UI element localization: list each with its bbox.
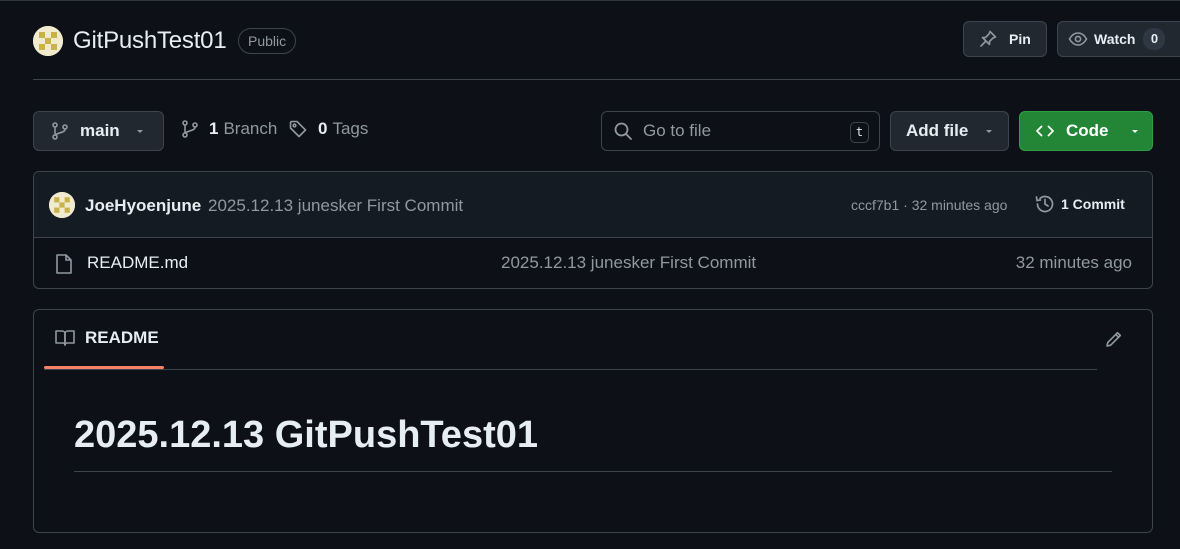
eye-icon xyxy=(1068,29,1088,49)
search-icon xyxy=(613,121,633,141)
tag-count: 0 xyxy=(318,119,328,138)
file-icon xyxy=(54,253,74,275)
latest-commit-bar: JoeHyoenjune 2025.12.13 junesker First C… xyxy=(34,172,1152,238)
file-commit-time: 32 minutes ago xyxy=(1015,253,1132,272)
file-name[interactable]: README.md xyxy=(87,253,188,273)
branches-link[interactable]: 1 Branch xyxy=(180,119,277,139)
repo-owner-avatar[interactable] xyxy=(33,26,63,56)
go-to-file-search[interactable]: t xyxy=(601,111,880,151)
commit-message[interactable]: 2025.12.13 junesker First Commit xyxy=(208,196,463,216)
history-icon xyxy=(1034,193,1056,215)
branch-count: 1 xyxy=(209,119,219,138)
git-branch-icon xyxy=(180,119,200,139)
file-row[interactable]: README.md 2025.12.13 junesker First Comm… xyxy=(34,238,1152,288)
watch-label: Watch xyxy=(1094,31,1136,47)
readme-tab[interactable]: README xyxy=(54,328,159,348)
pin-button[interactable]: Pin xyxy=(963,21,1047,57)
readme-tab-divider xyxy=(44,369,1097,370)
readme-heading: 2025.12.13 GitPushTest01 xyxy=(74,414,538,456)
repo-name[interactable]: GitPushTest01 xyxy=(73,27,227,55)
tag-label: Tags xyxy=(332,119,369,138)
commit-history-link[interactable]: 1 Commit xyxy=(1034,193,1125,215)
tag-icon xyxy=(288,119,308,139)
code-label: Code xyxy=(1066,121,1109,140)
readme-panel: README 2025.12.13 GitPushTest01 xyxy=(33,309,1153,533)
watch-count: 0 xyxy=(1143,28,1166,50)
add-file-label: Add file xyxy=(906,121,969,140)
code-button[interactable]: Code xyxy=(1019,111,1153,151)
readme-tab-label: README xyxy=(85,328,159,347)
chevron-down-icon xyxy=(983,125,995,137)
branch-select-button[interactable]: main xyxy=(33,111,164,151)
commit-author[interactable]: JoeHyoenjune xyxy=(85,196,201,216)
pin-icon xyxy=(978,29,998,49)
keyboard-shortcut-hint: t xyxy=(850,122,869,143)
commit-author-avatar[interactable] xyxy=(49,192,75,218)
branch-label: Branch xyxy=(223,119,278,138)
file-commit-message[interactable]: 2025.12.13 junesker First Commit xyxy=(501,253,756,273)
pencil-icon[interactable] xyxy=(1104,329,1124,349)
watch-button[interactable]: Watch 0 xyxy=(1057,21,1180,57)
pin-label: Pin xyxy=(1009,31,1031,47)
commit-count: 1 Commit xyxy=(1061,196,1125,212)
header-divider xyxy=(33,79,1180,80)
search-input[interactable] xyxy=(643,121,833,141)
file-listing: JoeHyoenjune 2025.12.13 junesker First C… xyxy=(33,171,1153,289)
code-icon xyxy=(1035,121,1055,141)
git-branch-icon xyxy=(50,121,70,141)
chevron-down-icon xyxy=(1129,125,1141,137)
heading-rule xyxy=(74,471,1112,472)
book-icon xyxy=(54,328,76,348)
tags-link[interactable]: 0 Tags xyxy=(288,119,368,139)
commit-hash-time[interactable]: cccf7b1 · 32 minutes ago xyxy=(851,197,1007,213)
chevron-down-icon xyxy=(134,125,146,137)
current-branch-label: main xyxy=(80,121,120,140)
visibility-badge: Public xyxy=(238,28,297,54)
add-file-button[interactable]: Add file xyxy=(890,111,1009,151)
